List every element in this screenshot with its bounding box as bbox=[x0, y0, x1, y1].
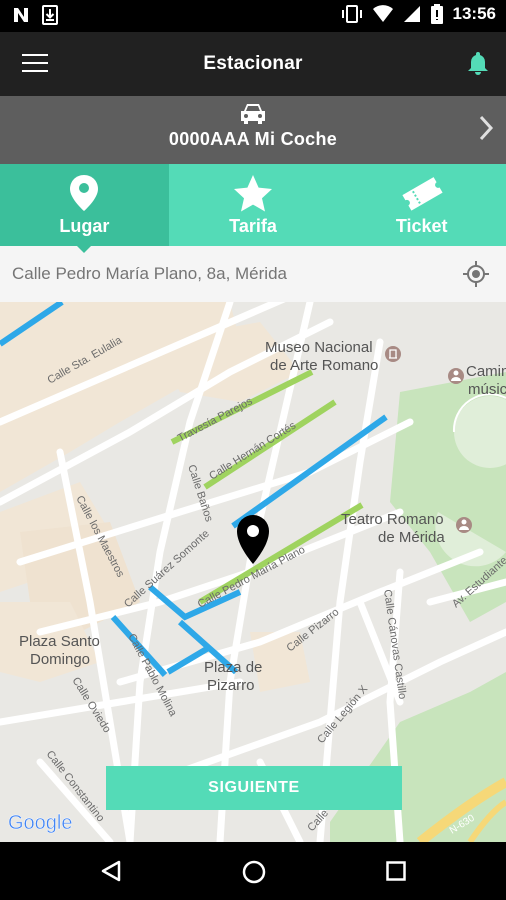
n-app-icon bbox=[14, 8, 28, 22]
tab-lugar[interactable]: Lugar bbox=[0, 164, 169, 253]
tab-bar: Lugar Tarifa Ticket bbox=[0, 164, 506, 253]
tab-label: Lugar bbox=[59, 216, 110, 236]
page-title: Estacionar bbox=[203, 53, 303, 74]
gps-locate-icon[interactable] bbox=[462, 260, 490, 288]
wifi-icon bbox=[372, 5, 393, 22]
star-icon bbox=[234, 175, 272, 212]
poi-name: Domingo bbox=[30, 651, 90, 668]
poi-name: Camin bbox=[466, 363, 506, 380]
vehicle-label: 0000AAA Mi Coche bbox=[168, 129, 338, 149]
download-icon bbox=[42, 5, 58, 25]
tab-label: Tarifa bbox=[229, 216, 277, 236]
vehicle-selector[interactable]: 0000AAA Mi Coche bbox=[0, 96, 506, 164]
nav-bar bbox=[0, 842, 506, 900]
tab-ticket[interactable]: Ticket bbox=[337, 164, 506, 246]
poi-landmark-icon bbox=[448, 368, 464, 384]
poi-museum-icon bbox=[385, 346, 401, 362]
car-icon bbox=[241, 104, 265, 124]
poi-name: Plaza Santo bbox=[19, 633, 100, 650]
home-icon[interactable] bbox=[242, 860, 266, 884]
poi-name: Plaza de bbox=[204, 659, 262, 676]
location-pin-icon bbox=[70, 175, 99, 211]
address-field[interactable]: Calle Pedro María Plano, 8a, Mérida bbox=[12, 264, 287, 284]
poi-name: Teatro Romano bbox=[341, 511, 444, 528]
tab-tarifa[interactable]: Tarifa bbox=[169, 164, 338, 246]
vibrate-icon bbox=[341, 5, 362, 23]
tab-label: Ticket bbox=[395, 216, 448, 236]
map-canvas[interactable]: Museo Nacional de Arte Romano Teatro Rom… bbox=[0, 302, 506, 842]
status-time: 13:56 bbox=[452, 4, 496, 23]
status-bar: 13:56 bbox=[0, 0, 506, 32]
back-icon[interactable] bbox=[100, 860, 122, 882]
siguiente-button[interactable]: SIGUIENTE bbox=[106, 766, 402, 810]
bell-icon[interactable] bbox=[466, 50, 490, 76]
poi-name: Museo Nacional bbox=[265, 339, 373, 356]
map-view[interactable]: Museo Nacional de Arte Romano Teatro Rom… bbox=[0, 302, 506, 842]
cellular-icon bbox=[403, 6, 420, 22]
poi-name: de Mérida bbox=[378, 529, 445, 546]
chevron-right-icon[interactable] bbox=[478, 114, 494, 142]
poi-theater-icon bbox=[456, 517, 472, 533]
recents-icon[interactable] bbox=[386, 861, 406, 881]
address-bar: Calle Pedro María Plano, 8a, Mérida bbox=[0, 246, 506, 303]
app-bar: Estacionar bbox=[0, 32, 506, 96]
ticket-icon bbox=[402, 177, 443, 211]
google-logo: Google bbox=[8, 812, 73, 834]
poi-name: músic bbox=[468, 381, 506, 398]
battery-icon bbox=[430, 4, 443, 24]
poi-name: Pizarro bbox=[207, 677, 255, 694]
poi-name: de Arte Romano bbox=[270, 357, 378, 374]
